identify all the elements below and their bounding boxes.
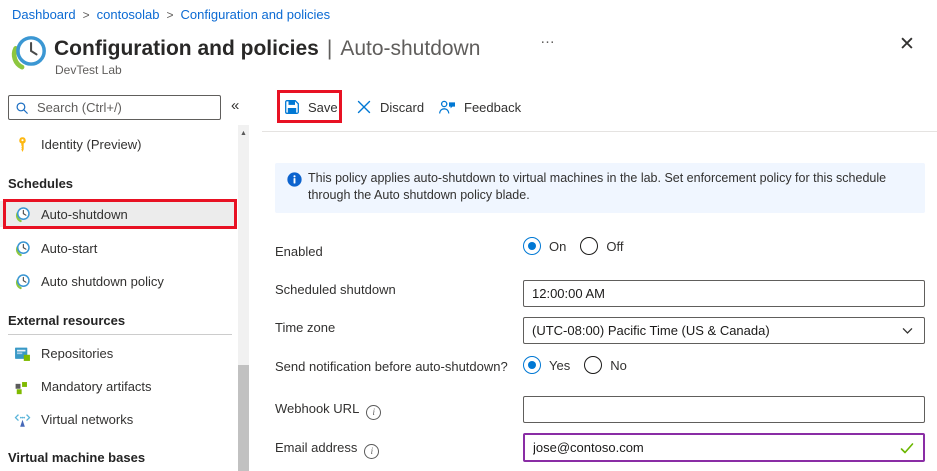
discard-button-label: Discard [380,99,425,115]
enabled-on-label[interactable]: On [549,239,566,254]
sidebar-item-label: Auto-shutdown [41,206,128,222]
scheduled-shutdown-input[interactable] [523,280,925,307]
sidebar-item-auto-shutdown-policy[interactable]: Auto shutdown policy [0,268,236,294]
clock-icon [14,240,31,257]
info-banner: This policy applies auto-shutdown to vir… [275,163,925,213]
notification-no-label[interactable]: No [610,358,627,373]
discard-icon [356,99,372,115]
sidebar-item-label: Repositories [41,345,114,361]
feedback-button[interactable]: Feedback [438,94,521,120]
page-title: Configuration and policies | Auto-shutdown [54,35,480,62]
email-address-input[interactable] [523,433,925,462]
webhook-info-icon[interactable]: i [366,405,382,420]
notification-no-radio[interactable] [584,356,603,374]
sidebar-item-label: Auto shutdown policy [41,273,164,289]
scrollbar-up-icon[interactable]: ▲ [238,125,249,141]
scrollbar-thumb[interactable] [238,365,249,471]
enabled-radio-group: On Off [523,237,637,255]
search-input[interactable] [35,99,214,116]
save-button-label: Save [308,99,338,115]
key-icon [14,136,31,153]
page-title-divider: | [326,37,333,60]
save-button[interactable]: Save [284,94,338,120]
sidebar-item-identity[interactable]: Identity (Preview) [0,131,236,157]
scheduled-shutdown-label: Scheduled shutdown [275,282,396,297]
save-icon [284,99,300,115]
sidebar-collapse-icon[interactable]: « [231,97,239,114]
enabled-label: Enabled [275,244,323,259]
close-icon[interactable]: ✕ [899,35,915,54]
time-zone-select[interactable]: (UTC-08:00) Pacific Time (US & Canada) [523,317,925,344]
devtest-lab-icon [8,33,49,74]
enabled-off-radio[interactable] [580,237,599,255]
sidebar-section-vm-bases: Virtual machine bases [8,450,146,465]
chevron-down-icon [901,324,914,337]
send-notification-radio-group: Yes No [523,356,641,374]
sidebar-item-mandatory-artifacts[interactable]: Mandatory artifacts [0,373,236,399]
info-banner-text: This policy applies auto-shutdown to vir… [308,171,887,202]
feedback-icon [438,99,456,115]
info-icon [287,172,302,187]
more-options-icon[interactable]: … [540,30,556,47]
email-address-label: Email address i [275,440,380,459]
resource-type-label: DevTest Lab [55,63,122,77]
sidebar-section-external-resources: External resources [8,313,126,328]
breadcrumb: Dashboard > contosolab > Configuration and p… [12,7,330,22]
breadcrumb-separator: > [166,8,174,22]
email-address-label-text: Email address [275,440,358,455]
breadcrumb-link-configuration[interactable]: Configuration and policies [181,7,331,22]
feedback-button-label: Feedback [464,99,522,115]
page-title-main: Configuration and policies [54,37,319,60]
search-icon [15,101,29,115]
notification-yes-label[interactable]: Yes [549,358,570,373]
sidebar-item-virtual-networks[interactable]: Virtual networks [0,406,236,432]
sidebar-item-label: Identity (Preview) [41,136,142,152]
email-info-icon[interactable]: i [364,444,380,459]
webhook-url-label: Webhook URL i [275,401,382,420]
azure-portal-blade: Dashboard > contosolab > Configuration and p… [0,0,937,471]
enabled-off-label[interactable]: Off [606,239,623,254]
sidebar-item-label: Virtual networks [41,411,134,427]
sidebar-item-auto-start[interactable]: Auto-start [0,235,236,261]
repositories-icon [14,345,31,362]
sidebar-item-repositories[interactable]: Repositories [0,340,236,366]
clock-icon [14,206,31,223]
clock-icon [14,273,31,290]
breadcrumb-link-dashboard[interactable]: Dashboard [12,7,76,22]
enabled-on-radio[interactable] [523,237,541,255]
sidebar-section-schedules: Schedules [8,176,74,191]
artifacts-icon [14,378,31,395]
toolbar-divider [262,131,937,132]
notification-yes-radio[interactable] [523,356,541,374]
sidebar-item-label: Mandatory artifacts [41,378,152,394]
webhook-url-label-text: Webhook URL [275,401,360,416]
time-zone-value: (UTC-08:00) Pacific Time (US & Canada) [532,323,770,338]
sidebar-item-auto-shutdown[interactable]: Auto-shutdown [0,201,236,227]
virtual-network-icon [14,411,31,428]
send-notification-label: Send notification before auto-shutdown? [275,359,508,374]
sidebar-item-label: Auto-start [41,240,98,256]
email-valid-check-icon [899,440,915,456]
webhook-url-input[interactable] [523,396,925,423]
discard-button[interactable]: Discard [356,94,424,120]
page-title-blade: Auto-shutdown [340,37,481,60]
time-zone-label: Time zone [275,320,336,335]
breadcrumb-separator: > [82,8,90,22]
sidebar-divider [8,334,232,335]
breadcrumb-link-contosolab[interactable]: contosolab [97,7,160,22]
sidebar-search [8,95,221,120]
sidebar-scrollbar[interactable]: ▲ [238,125,249,471]
